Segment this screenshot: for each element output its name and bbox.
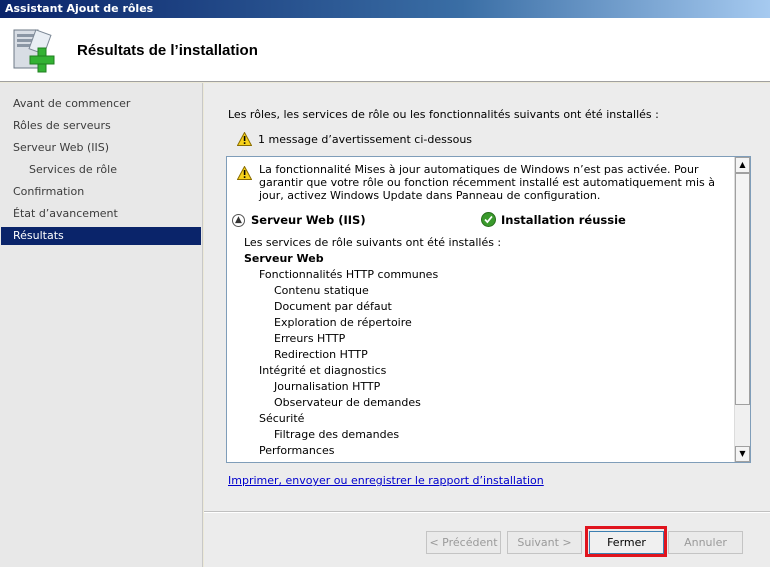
list-item: Observateur de demandes	[274, 396, 421, 409]
warning-icon	[237, 132, 252, 146]
cancel-button[interactable]: Annuler	[668, 531, 743, 554]
close-button-highlight: Fermer	[585, 526, 667, 557]
result-status: Installation réussie	[501, 213, 626, 227]
result-tree: Les services de rôle suivants ont été in…	[244, 235, 501, 459]
nav-item-progress[interactable]: État d’avancement	[1, 205, 201, 223]
result-warning: La fonctionnalité Mises à jour automatiq…	[237, 163, 717, 202]
scroll-up-icon[interactable]: ▲	[735, 157, 750, 173]
result-section-header: ▲ Serveur Web (IIS) Installation réussie	[232, 212, 732, 229]
results-scrollbar[interactable]: ▲ ▼	[734, 157, 750, 462]
success-check-icon	[481, 212, 496, 227]
wizard-nav: Avant de commencer Rôles de serveurs Ser…	[0, 83, 203, 567]
divider	[204, 512, 770, 513]
list-item: Exploration de répertoire	[274, 316, 412, 329]
result-section-name: Serveur Web (IIS)	[251, 213, 366, 227]
previous-button[interactable]: < Précédent	[426, 531, 501, 554]
page-title: Résultats de l’installation	[77, 42, 258, 59]
close-button[interactable]: Fermer	[589, 531, 664, 554]
nav-item-role-services[interactable]: Services de rôle	[1, 161, 201, 179]
server-add-icon	[13, 29, 55, 73]
nav-item-before-you-begin[interactable]: Avant de commencer	[1, 95, 201, 113]
warning-icon	[237, 166, 252, 180]
nav-item-results[interactable]: Résultats	[1, 227, 201, 245]
results-box[interactable]: La fonctionnalité Mises à jour automatiq…	[226, 156, 751, 463]
window-title: Assistant Ajout de rôles	[0, 0, 770, 18]
next-button[interactable]: Suivant >	[507, 531, 582, 554]
list-item: Erreurs HTTP	[274, 332, 346, 345]
list-item: Contenu statique	[274, 284, 369, 297]
list-item: Redirection HTTP	[274, 348, 368, 361]
nav-item-server-roles[interactable]: Rôles de serveurs	[1, 117, 201, 135]
intro-text: Les rôles, les services de rôle ou les f…	[228, 108, 659, 121]
scroll-down-icon[interactable]: ▼	[735, 446, 750, 462]
list-item: Performances	[259, 444, 335, 457]
nav-item-confirmation[interactable]: Confirmation	[1, 183, 201, 201]
list-item: Journalisation HTTP	[274, 380, 381, 393]
wizard-header: Résultats de l’installation	[0, 18, 770, 82]
list-item: Intégrité et diagnostics	[259, 364, 387, 377]
result-warning-text: La fonctionnalité Mises à jour automatiq…	[259, 163, 716, 202]
list-item: Les services de rôle suivants ont été in…	[244, 236, 502, 249]
warning-count-text: 1 message d’avertissement ci-dessous	[258, 132, 473, 146]
list-item: Document par défaut	[274, 300, 392, 313]
scroll-thumb[interactable]	[735, 173, 750, 405]
list-item: Filtrage des demandes	[274, 428, 400, 441]
content-pane: Les rôles, les services de rôle ou les f…	[204, 83, 770, 567]
chevron-up-icon[interactable]: ▲	[232, 214, 245, 227]
warning-summary: 1 message d’avertissement ci-dessous	[237, 132, 472, 146]
list-item: Fonctionnalités HTTP communes	[259, 268, 439, 281]
list-item: Sécurité	[259, 412, 305, 425]
list-item: Serveur Web	[244, 252, 324, 265]
report-link[interactable]: Imprimer, envoyer ou enregistrer le rapp…	[228, 474, 544, 487]
nav-item-web-server-iis[interactable]: Serveur Web (IIS)	[1, 139, 201, 157]
